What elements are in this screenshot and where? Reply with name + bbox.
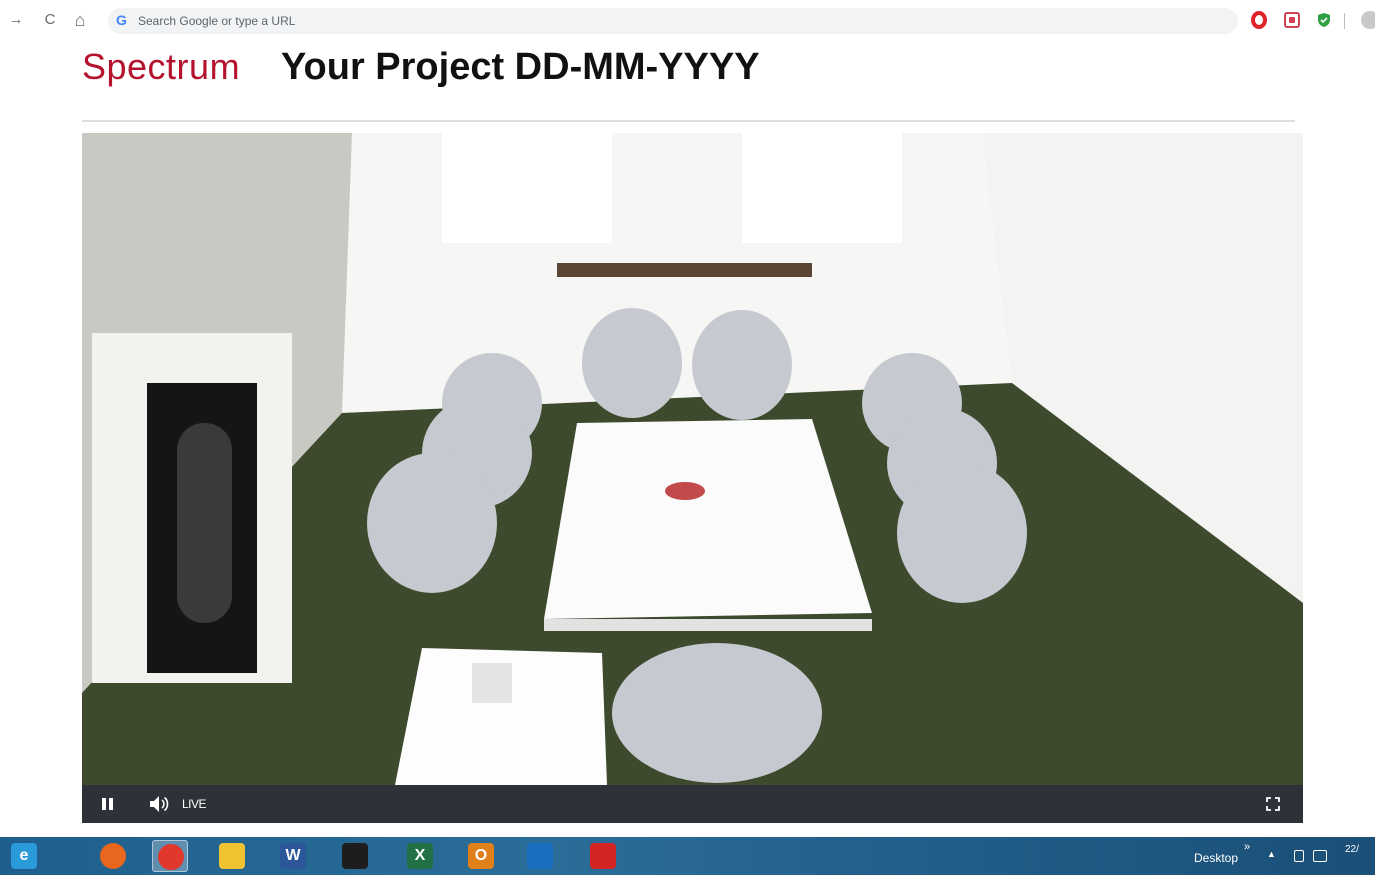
windows-taskbar: e W X O Desktop » ▲ 22/ <box>0 837 1375 875</box>
network-icon[interactable] <box>1313 850 1327 862</box>
clock[interactable]: 22/ <box>1345 843 1359 856</box>
chevron-up-icon[interactable]: ▲ <box>1267 849 1276 859</box>
header-divider <box>82 120 1295 122</box>
camera-feed-frame[interactable] <box>82 133 1303 785</box>
taskbar-app-file-explorer[interactable] <box>214 840 250 872</box>
shield-icon[interactable] <box>1316 12 1332 28</box>
browser-toolbar: → C ⌂ G <box>0 0 1375 42</box>
desktop-toolbar-label[interactable]: Desktop <box>1194 837 1238 875</box>
word-icon: W <box>280 843 306 869</box>
excel-icon: X <box>407 843 433 869</box>
taskbar-app-firefox[interactable] <box>95 840 131 872</box>
outlook-icon: O <box>468 843 494 869</box>
taskbar-app-speedometer-app[interactable] <box>337 840 373 872</box>
chevron-right-icon[interactable]: » <box>1244 841 1250 853</box>
toolbar-divider <box>1344 13 1345 29</box>
volume-icon[interactable] <box>148 785 170 823</box>
reload-button[interactable]: C <box>40 10 60 30</box>
speedometer-app-icon <box>342 843 368 869</box>
address-input[interactable] <box>138 11 1228 31</box>
taskbar-app-excel[interactable]: X <box>402 840 438 872</box>
internet-explorer-icon: e <box>11 843 37 869</box>
acrobat-icon <box>590 843 616 869</box>
battery-icon[interactable] <box>1294 850 1304 862</box>
fullscreen-icon[interactable] <box>1265 785 1281 823</box>
taskbar-app-internet-explorer[interactable]: e <box>6 840 42 872</box>
opera-icon[interactable] <box>1251 11 1267 29</box>
taskbar-app-acrobat[interactable] <box>585 840 621 872</box>
forward-button[interactable]: → <box>6 10 26 30</box>
player-controls: LIVE <box>82 785 1303 823</box>
taskbar-app-outlook[interactable]: O <box>463 840 499 872</box>
omnibox[interactable]: G <box>108 8 1238 34</box>
pocket-icon[interactable] <box>1284 12 1300 28</box>
taskbar-app-ink-app[interactable] <box>522 840 558 872</box>
pause-icon[interactable] <box>100 785 116 823</box>
video-player[interactable]: LIVE <box>82 133 1303 823</box>
firefox-icon <box>100 843 126 869</box>
page-title: Your Project DD-MM-YYYY <box>281 46 760 88</box>
brand-logo: Spectrum <box>82 46 241 87</box>
file-explorer-icon <box>219 843 245 869</box>
ink-app-icon <box>527 843 553 869</box>
taskbar-app-chrome[interactable] <box>152 840 188 872</box>
taskbar-app-word[interactable]: W <box>275 840 311 872</box>
chrome-icon <box>158 844 184 870</box>
google-g-icon: G <box>116 12 127 28</box>
live-badge: LIVE <box>182 797 207 811</box>
home-button[interactable]: ⌂ <box>70 10 90 30</box>
profile-avatar[interactable] <box>1361 11 1375 29</box>
